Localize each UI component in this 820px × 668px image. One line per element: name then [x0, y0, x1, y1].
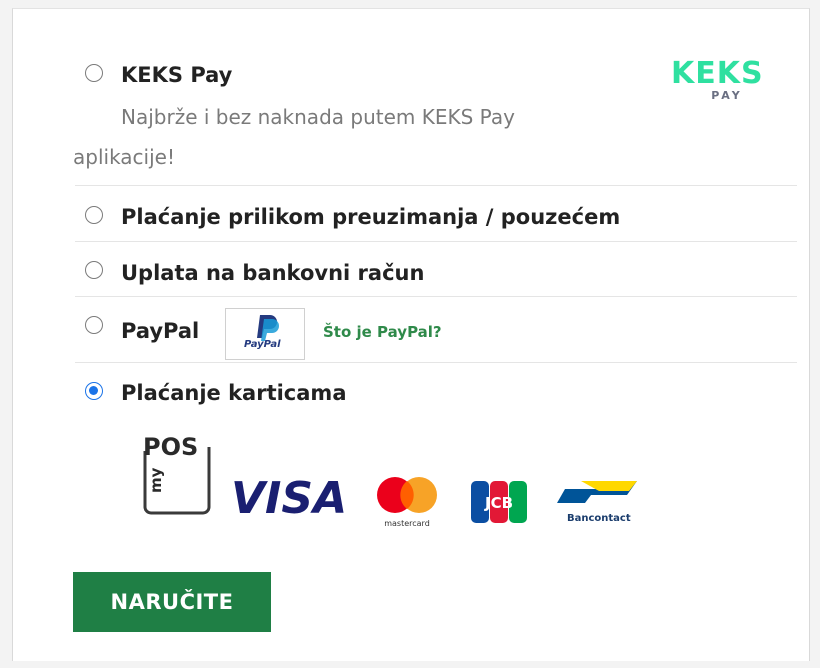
radio-keks-pay[interactable]: [85, 64, 103, 82]
order-submit-button[interactable]: NARUČITE: [73, 572, 271, 632]
option-label-keks-pay: KEKS Pay: [121, 63, 233, 87]
divider: [75, 296, 797, 297]
bancontact-logo: Bancontact: [557, 481, 637, 524]
radio-cash-on-delivery[interactable]: [85, 206, 103, 224]
option-label-paypal: PayPal: [121, 319, 200, 343]
divider: [75, 185, 797, 186]
mypos-logo-text: POS: [143, 433, 198, 461]
divider: [75, 241, 797, 242]
keks-pay-logo: KEKS PAY: [671, 56, 783, 103]
divider: [75, 362, 797, 363]
jcb-logo-text: JCB: [484, 494, 513, 512]
payment-panel: KEKS Pay Najbrže i bez naknada putem KEK…: [12, 8, 810, 661]
jcb-logo: JCB: [471, 481, 527, 523]
radio-bank-transfer[interactable]: [85, 261, 103, 279]
paypal-logo: PayPal: [225, 308, 305, 360]
option-label-card-payment: Plaćanje karticama: [121, 381, 347, 405]
visa-logo: VISA: [231, 473, 347, 524]
mypos-logo: POS my: [143, 433, 211, 515]
radio-card-payment[interactable]: [85, 382, 103, 400]
keks-logo-word: KEKS: [671, 56, 764, 91]
radio-paypal[interactable]: [85, 316, 103, 334]
paypal-logo-text: PayPal: [244, 339, 281, 350]
mastercard-logo-text: mastercard: [384, 519, 430, 528]
keks-pay-description: Najbrže i bez naknada putem KEKS Pay: [121, 105, 515, 129]
bancontact-logo-text: Bancontact: [567, 513, 631, 524]
card-logos: POS my VISA mastercard JCB Bancontact: [143, 433, 637, 528]
paypal-p-icon: [257, 315, 279, 341]
mypos-logo-my: my: [147, 467, 165, 493]
option-label-cash-on-delivery: Plaćanje prilikom preuzimanja / pouzećem: [121, 205, 621, 229]
option-label-bank-transfer: Uplata na bankovni račun: [121, 261, 425, 285]
what-is-paypal-link[interactable]: Što je PayPal?: [323, 323, 442, 341]
keks-pay-description-cont: aplikacije!: [73, 145, 175, 169]
mastercard-logo: mastercard: [377, 477, 437, 528]
